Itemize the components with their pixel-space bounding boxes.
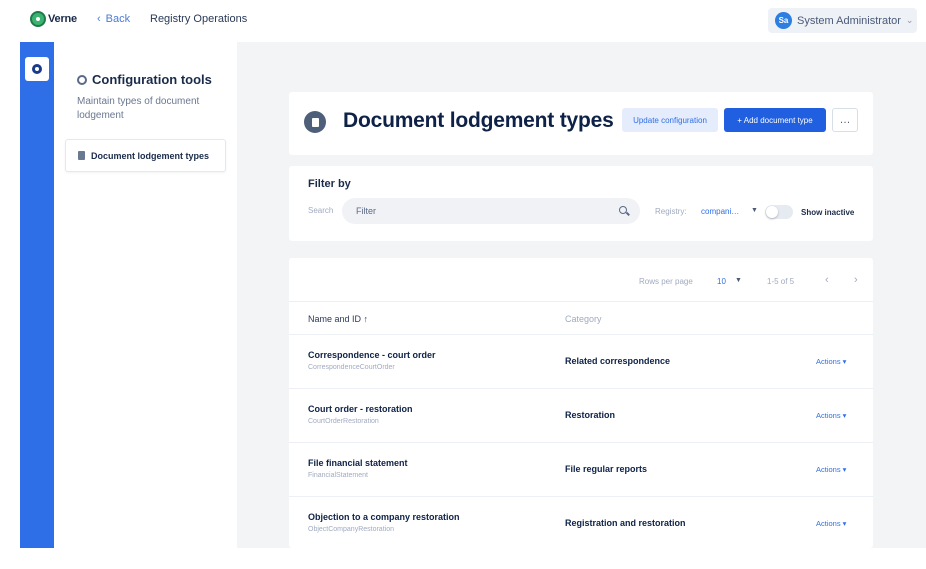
- row-actions-button[interactable]: Actions ▾: [816, 519, 846, 528]
- back-link[interactable]: ‹ Back: [97, 13, 130, 25]
- document-icon: [78, 151, 85, 160]
- column-header-name[interactable]: Name and ID ↑: [308, 314, 368, 324]
- back-label: Back: [105, 13, 131, 25]
- page-header: Document lodgement types Update configur…: [289, 92, 873, 155]
- sidebar-item-document-lodgement-types[interactable]: Document lodgement types: [65, 139, 226, 172]
- main-content: Document lodgement types Update configur…: [237, 42, 926, 548]
- app-title: Registry Operations: [150, 13, 248, 25]
- show-inactive-label: Show inactive: [801, 208, 855, 217]
- search-input[interactable]: [342, 198, 640, 224]
- gear-icon: [77, 74, 87, 85]
- update-configuration-button[interactable]: Update configuration: [622, 108, 718, 132]
- document-types-table: Rows per page 10 ▼ 1-5 of 5 ‹ › Name and…: [289, 258, 873, 548]
- row-category: Related correspondence: [565, 356, 671, 366]
- row-category: Restoration: [565, 410, 616, 420]
- search-icon[interactable]: [619, 206, 630, 216]
- logo-icon: [30, 11, 46, 27]
- previous-page-button[interactable]: ‹: [825, 274, 829, 286]
- filter-title: Filter by: [308, 178, 351, 190]
- table-row[interactable]: Objection to a company restoration Objec…: [289, 497, 873, 551]
- settings-icon: [32, 64, 42, 74]
- pagination-bar: Rows per page 10 ▼ 1-5 of 5 ‹ ›: [289, 258, 873, 302]
- table-header: Name and ID ↑ Category: [289, 302, 873, 335]
- caret-down-icon[interactable]: ▼: [751, 207, 758, 214]
- add-document-type-button[interactable]: + Add document type: [724, 108, 826, 132]
- filter-panel: Filter by Search Registry: compani… ▼ Sh…: [289, 166, 873, 241]
- registry-select[interactable]: compani…: [701, 207, 739, 216]
- row-actions-button[interactable]: Actions ▾: [816, 411, 846, 420]
- verne-logo[interactable]: Verne: [30, 11, 77, 27]
- rail-settings-button[interactable]: [25, 57, 49, 81]
- rows-per-page-label: Rows per page: [639, 277, 693, 286]
- sidebar-title: Configuration tools: [77, 72, 212, 87]
- config-sidebar: Configuration tools Maintain types of do…: [54, 42, 237, 548]
- chevron-down-icon: ⌄: [905, 15, 914, 25]
- row-id: CourtOrderRestoration: [308, 418, 379, 425]
- row-category: Registration and restoration: [565, 518, 686, 528]
- row-id: ObjectCompanyRestoration: [308, 526, 394, 533]
- row-actions-button[interactable]: Actions ▾: [816, 465, 846, 474]
- user-name: System Administrator: [797, 14, 901, 27]
- row-name[interactable]: Correspondence - court order: [308, 350, 436, 360]
- table-row[interactable]: Correspondence - court order Corresponde…: [289, 335, 873, 389]
- logo-text: Verne: [48, 13, 77, 25]
- document-icon: [304, 111, 326, 133]
- table-row[interactable]: File financial statement FinancialStatem…: [289, 443, 873, 497]
- sidebar-description: Maintain types of document lodgement: [77, 96, 200, 121]
- app-rail: [20, 42, 54, 548]
- next-page-button[interactable]: ›: [854, 274, 858, 286]
- row-name[interactable]: Objection to a company restoration: [308, 512, 460, 522]
- row-name[interactable]: Court order - restoration: [308, 404, 413, 414]
- column-header-category[interactable]: Category: [565, 314, 602, 324]
- row-id: FinancialStatement: [308, 472, 368, 479]
- table-row[interactable]: Court order - restoration CourtOrderRest…: [289, 389, 873, 443]
- chevron-left-icon: ‹: [97, 13, 101, 25]
- more-options-button[interactable]: …: [832, 108, 858, 132]
- sidebar-item-label: Document lodgement types: [91, 150, 210, 161]
- row-actions-button[interactable]: Actions ▾: [816, 357, 846, 366]
- row-category: File regular reports: [565, 464, 648, 474]
- avatar: Sa: [775, 12, 792, 29]
- page-title: Document lodgement types: [343, 109, 614, 132]
- registry-label: Registry:: [655, 207, 687, 216]
- sidebar-title-text: Configuration tools: [92, 72, 212, 87]
- rows-per-page-select[interactable]: 10: [717, 277, 726, 286]
- page-range: 1-5 of 5: [767, 277, 795, 286]
- user-menu[interactable]: Sa System Administrator ⌄: [768, 8, 917, 33]
- show-inactive-toggle[interactable]: [765, 205, 793, 219]
- row-id: CorrespondenceCourtOrder: [308, 364, 395, 371]
- page-footer-strip: [0, 548, 926, 569]
- caret-down-icon[interactable]: ▼: [735, 277, 742, 284]
- row-name[interactable]: File financial statement: [308, 458, 408, 468]
- top-bar: Verne ‹ Back Registry Operations Sa Syst…: [0, 0, 926, 40]
- search-label: Search: [308, 206, 334, 215]
